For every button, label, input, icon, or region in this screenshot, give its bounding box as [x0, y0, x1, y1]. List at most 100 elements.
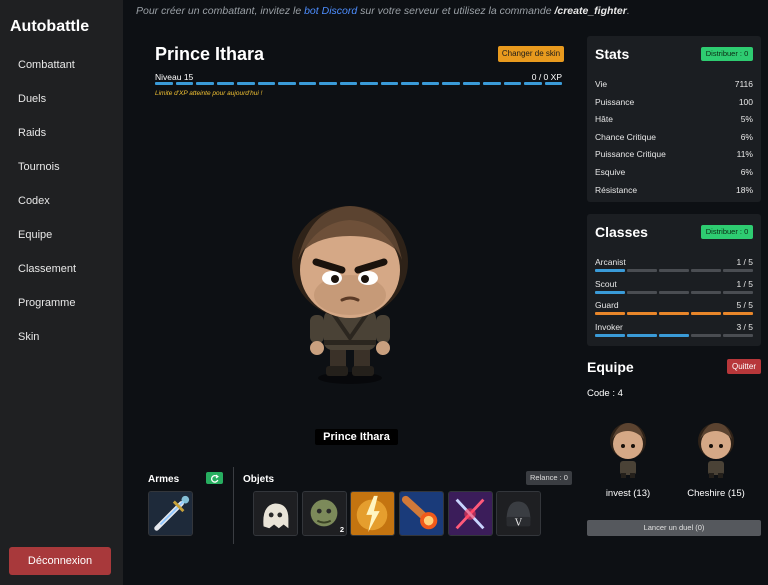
- stat-label: Chance Critique: [595, 131, 656, 142]
- class-level-segment: [627, 269, 657, 272]
- object-slot[interactable]: [448, 491, 493, 536]
- class-value: 1 / 5: [736, 257, 753, 267]
- xp-segment: [155, 82, 173, 85]
- stat-label: Résistance: [595, 184, 638, 195]
- stat-row: Hâte 5%: [595, 114, 753, 125]
- section-divider: [233, 467, 234, 544]
- stat-value: 6%: [740, 131, 753, 142]
- lightning-icon: [351, 492, 394, 535]
- member-name: Cheshire (15): [687, 488, 745, 499]
- stat-row: Résistance 18%: [595, 185, 753, 196]
- sidebar-item-codex[interactable]: Codex: [18, 195, 50, 207]
- object-slot[interactable]: [253, 491, 298, 536]
- fighter-name: Prince Ithara: [155, 44, 265, 64]
- sidebar-item-classement[interactable]: Classement: [18, 263, 76, 275]
- refresh-weapons-button[interactable]: [206, 472, 223, 484]
- sidebar: Autobattle Combattant Duels Raids Tourno…: [0, 0, 123, 585]
- classes-panel: Classes Distribuer : 0 Arcanist 1 / 5 Scou…: [587, 214, 761, 346]
- sidebar-item-skin[interactable]: Skin: [18, 331, 39, 343]
- stat-row: Esquive 6%: [595, 167, 753, 178]
- class-level-segment: [627, 333, 657, 337]
- crossed-blades-icon: [449, 492, 492, 535]
- quit-team-button[interactable]: Quitter: [727, 359, 761, 374]
- sidebar-item-combattant[interactable]: Combattant: [18, 59, 75, 71]
- stats-distribute-button[interactable]: Distribuer : 0: [701, 47, 753, 61]
- weapon-slot[interactable]: [148, 491, 193, 536]
- stat-label: Esquive: [595, 167, 626, 177]
- object-slot[interactable]: [399, 491, 444, 536]
- reroll-counter[interactable]: Relance : 0: [526, 471, 572, 485]
- logout-button[interactable]: Déconnexion: [9, 547, 111, 575]
- class-row: Invoker 3 / 5: [595, 322, 753, 340]
- sidebar-item-programme[interactable]: Programme: [18, 297, 75, 309]
- team-title: Equipe: [587, 359, 634, 375]
- class-level-segment: [595, 269, 625, 272]
- meteor-icon: [400, 492, 443, 535]
- class-row: Guard 5 / 5: [595, 300, 753, 318]
- sidebar-item-raids[interactable]: Raids: [18, 127, 46, 139]
- create-command: /create_fighter: [554, 5, 627, 17]
- class-row: Scout 1 / 5: [595, 279, 753, 297]
- class-row: Arcanist 1 / 5: [595, 257, 753, 275]
- stat-value: 7116: [734, 79, 753, 89]
- class-level-segment: [659, 312, 689, 315]
- xp-segment: [257, 82, 275, 85]
- brand-title: Autobattle: [10, 18, 90, 35]
- stat-label: Vie: [595, 79, 608, 89]
- xp-segment: [216, 82, 234, 85]
- svg-text:V: V: [514, 517, 523, 528]
- stat-row: Chance Critique 6%: [595, 132, 753, 143]
- class-level-bar: [595, 269, 753, 272]
- sidebar-item-equipe[interactable]: Equipe: [18, 229, 52, 241]
- stat-label: Puissance: [595, 96, 635, 107]
- class-label: Scout: [595, 278, 617, 289]
- stat-value: 5%: [740, 114, 753, 125]
- team-member[interactable]: Cheshire (15): [676, 419, 756, 514]
- stat-label: Puissance Critique: [595, 149, 666, 160]
- object-slot[interactable]: V: [496, 491, 541, 536]
- xp-segment: [380, 82, 398, 85]
- sidebar-item-tournois[interactable]: Tournois: [18, 161, 60, 173]
- sidebar-item-duels[interactable]: Duels: [18, 93, 46, 105]
- xp-segment: [237, 82, 255, 85]
- xp-segment: [175, 82, 193, 85]
- stat-value: 18%: [735, 184, 753, 195]
- class-label: Arcanist: [595, 257, 626, 267]
- class-value: 5 / 5: [736, 300, 753, 310]
- class-level-segment: [659, 333, 689, 337]
- class-level-segment: [723, 312, 753, 315]
- class-level-segment: [723, 290, 753, 294]
- xp-progress-bar: [155, 82, 562, 85]
- launch-duel-button[interactable]: Lancer un duel (0): [587, 520, 761, 536]
- class-value: 1 / 5: [736, 278, 753, 289]
- discord-bot-link[interactable]: bot Discord: [304, 5, 357, 17]
- fighter-level: Niveau 15: [155, 72, 194, 82]
- class-level-segment: [723, 269, 753, 272]
- xp-segment: [503, 82, 521, 85]
- object-slot[interactable]: [350, 491, 395, 536]
- stat-row: Vie 7116: [595, 79, 753, 90]
- xp-segment: [298, 82, 316, 85]
- classes-distribute-button[interactable]: Distribuer : 0: [701, 225, 753, 239]
- object-slot[interactable]: 2: [302, 491, 347, 536]
- info-text-middle: sur votre serveur et utilisez la command…: [357, 5, 555, 17]
- xp-segment: [524, 82, 542, 85]
- fighter-xp: 0 / 0 XP: [531, 72, 562, 82]
- class-level-segment: [595, 290, 625, 294]
- refresh-icon: [210, 474, 219, 483]
- xp-segment: [196, 82, 214, 85]
- stats-title: Stats: [595, 46, 630, 62]
- xp-limit-warning: Limite d'XP atteinte pour aujourd'hui !: [155, 90, 263, 97]
- object-stack-count: 2: [339, 525, 344, 534]
- change-skin-button[interactable]: Changer de skin: [498, 46, 564, 62]
- fighter-sprite: [280, 200, 420, 385]
- stat-row: Puissance 100: [595, 97, 753, 108]
- class-level-segment: [627, 290, 657, 294]
- ghost-icon: [254, 492, 297, 535]
- member-avatar-icon: [610, 423, 646, 478]
- class-level-segment: [659, 269, 689, 272]
- class-level-bar: [595, 333, 753, 337]
- class-level-segment: [691, 269, 721, 272]
- team-member[interactable]: invest (13): [588, 419, 668, 514]
- member-avatar-icon: [698, 423, 734, 478]
